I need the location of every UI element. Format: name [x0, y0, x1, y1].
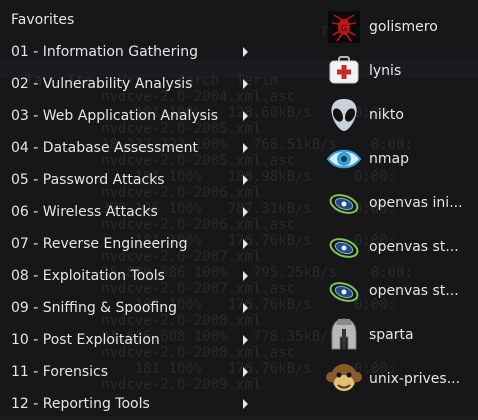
- menu-item-category[interactable]: 12 - Reporting Tools: [0, 388, 270, 420]
- menu-item-category[interactable]: 01 - Information Gathering: [0, 36, 270, 68]
- menu-item-category[interactable]: 02 - Vulnerability Analysis: [0, 68, 270, 100]
- favorite-app-label: unix-prives...: [369, 371, 461, 387]
- openvas-icon: [324, 271, 364, 311]
- favorite-app-label: nikto: [369, 107, 404, 123]
- menu-item-label: 11 - Forensics: [11, 364, 108, 380]
- menu-item-category[interactable]: 10 - Post Exploitation: [0, 324, 270, 356]
- favorites-panel: G golismero lynis nikto nmap openvas ini…: [320, 0, 478, 416]
- favorite-app-launcher[interactable]: openvas st...: [320, 269, 478, 313]
- favorite-app-launcher[interactable]: lynis: [320, 49, 478, 93]
- favorite-app-launcher[interactable]: unix-prives...: [320, 357, 478, 401]
- submenu-arrow-icon: [243, 367, 248, 377]
- menu-item-label: 02 - Vulnerability Analysis: [11, 76, 193, 92]
- menu-item-category[interactable]: 04 - Database Assessment: [0, 132, 270, 164]
- favorite-app-label: lynis: [369, 63, 402, 79]
- sparta-helmet-icon: [324, 315, 364, 355]
- menu-item-favorites[interactable]: Favorites: [0, 4, 270, 36]
- favorite-app-launcher[interactable]: nmap: [320, 137, 478, 181]
- submenu-arrow-icon: [243, 47, 248, 57]
- submenu-arrow-icon: [243, 239, 248, 249]
- menu-item-label: Favorites: [11, 12, 75, 28]
- menu-item-label: 05 - Password Attacks: [11, 172, 165, 188]
- menu-item-category[interactable]: 09 - Sniffing & Spoofing: [0, 292, 270, 324]
- submenu-arrow-icon: [243, 111, 248, 121]
- submenu-arrow-icon: [243, 303, 248, 313]
- submenu-arrow-icon: [243, 335, 248, 345]
- nmap-eye-icon: [324, 139, 364, 179]
- menu-item-category[interactable]: 05 - Password Attacks: [0, 164, 270, 196]
- favorite-app-launcher[interactable]: openvas st...: [320, 225, 478, 269]
- favorite-app-label: openvas ini...: [369, 195, 463, 211]
- menu-item-label: 07 - Reverse Engineering: [11, 236, 188, 252]
- menu-item-label: 12 - Reporting Tools: [11, 396, 150, 412]
- submenu-arrow-icon: [243, 399, 248, 409]
- menu-item-label: 08 - Exploitation Tools: [11, 268, 165, 284]
- favorite-app-label: openvas st...: [369, 239, 459, 255]
- menu-item-category[interactable]: 03 - Web Application Analysis: [0, 100, 270, 132]
- menu-item-label: 01 - Information Gathering: [11, 44, 199, 60]
- unix-privesc-monkey-icon: [324, 359, 364, 399]
- favorite-app-label: golismero: [369, 19, 438, 35]
- submenu-arrow-icon: [243, 271, 248, 281]
- menu-item-label: 09 - Sniffing & Spoofing: [11, 300, 178, 316]
- submenu-arrow-icon: [243, 207, 248, 217]
- submenu-arrow-icon: [243, 79, 248, 89]
- svg-text:G: G: [341, 24, 347, 33]
- favorite-app-label: openvas st...: [369, 283, 459, 299]
- menu-item-label: 04 - Database Assessment: [11, 140, 198, 156]
- menu-item-category[interactable]: 08 - Exploitation Tools: [0, 260, 270, 292]
- favorite-app-label: sparta: [369, 327, 414, 343]
- favorite-app-label: nmap: [369, 151, 409, 167]
- menu-item-category[interactable]: 11 - Forensics: [0, 356, 270, 388]
- openvas-icon: [324, 227, 364, 267]
- favorite-app-launcher[interactable]: openvas ini...: [320, 181, 478, 225]
- favorite-app-launcher[interactable]: sparta: [320, 313, 478, 357]
- lynis-medkit-icon: [324, 51, 364, 91]
- openvas-icon: [324, 183, 364, 223]
- submenu-arrow-icon: [243, 175, 248, 185]
- favorite-app-launcher[interactable]: G golismero: [320, 5, 478, 49]
- nikto-alien-icon: [324, 95, 364, 135]
- menu-item-label: 03 - Web Application Analysis: [11, 108, 219, 124]
- golismero-spider-icon: G: [324, 7, 364, 47]
- favorite-app-launcher[interactable]: nikto: [320, 93, 478, 137]
- submenu-arrow-icon: [243, 143, 248, 153]
- menu-item-label: 06 - Wireless Attacks: [11, 204, 158, 220]
- menu-item-label: 10 - Post Exploitation: [11, 332, 160, 348]
- category-menu: Favorites 01 - Information Gathering 02 - …: [0, 0, 270, 416]
- menu-item-category[interactable]: 07 - Reverse Engineering: [0, 228, 270, 260]
- menu-item-category[interactable]: 06 - Wireless Attacks: [0, 196, 270, 228]
